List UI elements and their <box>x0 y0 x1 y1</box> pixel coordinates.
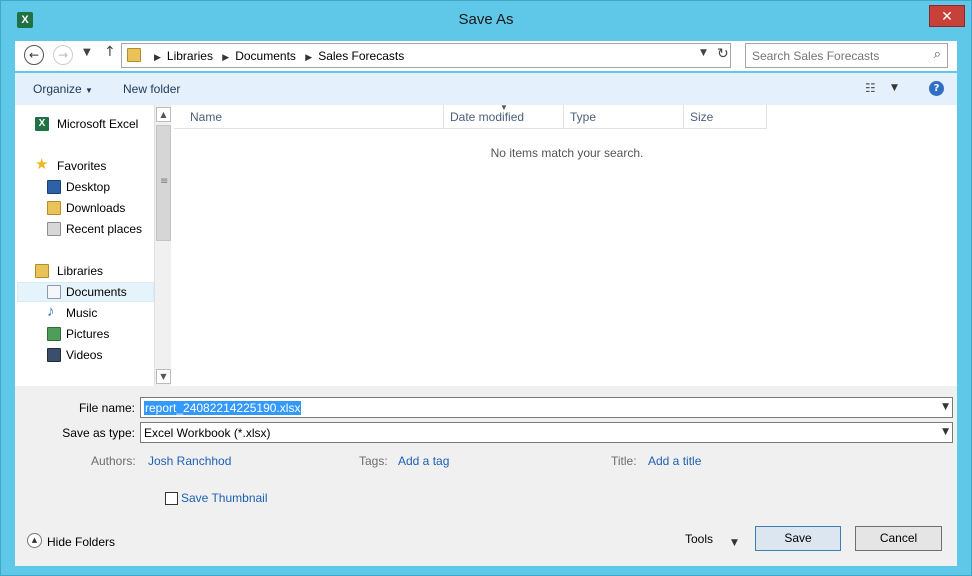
title-field[interactable]: Add a title <box>648 454 701 468</box>
empty-results-message: No items match your search. <box>490 146 644 160</box>
new-folder-button[interactable]: New folder <box>123 82 180 96</box>
chevron-down-icon[interactable]: ▼ <box>731 538 738 548</box>
navigation-pane: X Microsoft Excel ★ Favorites Desktop Do… <box>15 105 172 386</box>
column-header-size[interactable]: Size <box>684 105 767 129</box>
excel-icon: X <box>35 117 49 131</box>
authors-field[interactable]: Josh Ranchhod <box>148 454 231 468</box>
column-header-name[interactable]: Name <box>174 105 444 129</box>
breadcrumb-chevron-icon: ▶ <box>154 52 161 62</box>
sidebar-item-label: Documents <box>66 285 127 299</box>
save-as-type-label: Save as type: <box>62 426 135 440</box>
file-list: Name Date modified ▼ Type Size No items … <box>172 103 957 386</box>
sidebar-item-downloads[interactable]: Downloads <box>17 198 154 218</box>
sidebar-item-label: Downloads <box>66 201 126 215</box>
sidebar-item-desktop[interactable]: Desktop <box>17 177 154 197</box>
recent-locations-chevron-icon[interactable]: ▼ <box>83 47 91 58</box>
sidebar-item-recent-places[interactable]: Recent places <box>17 219 154 239</box>
sidebar-item-libraries[interactable]: Libraries <box>17 261 154 281</box>
save-options-panel: File name: report_24082214225190.xlsx ▼ … <box>15 386 957 566</box>
breadcrumb-documents[interactable]: Documents <box>235 49 296 63</box>
title-label: Title: <box>611 454 637 468</box>
back-arrow-icon[interactable]: ← <box>24 45 44 65</box>
breadcrumb-chevron-icon: ▶ <box>305 52 313 62</box>
forward-arrow-icon[interactable]: → <box>53 45 73 65</box>
downloads-folder-icon <box>47 201 61 215</box>
sidebar-item-label: Libraries <box>57 264 104 278</box>
navigation-bar: ← → ▼ ↑ ▶ Libraries ▶ Documents ▶ Sales For… <box>15 41 957 71</box>
change-view-icon[interactable]: ☷ <box>865 81 876 95</box>
music-icon: ♪ <box>47 303 55 320</box>
breadcrumb-sales-forecasts[interactable]: Sales Forecasts <box>318 49 404 63</box>
chevron-down-icon[interactable]: ▼ <box>942 427 949 437</box>
sidebar-item-label: Desktop <box>66 180 111 194</box>
address-dropdown-icon[interactable]: ▼ <box>700 48 707 58</box>
search-box: ⌕ <box>745 43 948 68</box>
column-header-date-modified[interactable]: Date modified ▼ <box>444 103 564 129</box>
column-header-label: Date modified <box>450 110 525 124</box>
star-icon: ★ <box>35 156 49 173</box>
address-bar[interactable]: ▶ Libraries ▶ Documents ▶ Sales Forecasts ▼… <box>121 43 731 68</box>
sidebar-item-label: Pictures <box>66 327 110 341</box>
title-bar: X Save As ✕ <box>1 1 971 37</box>
navigation-pane-scrollbar[interactable]: ▲ ≡ ▼ <box>154 105 171 386</box>
view-options-chevron-icon[interactable]: ▼ <box>891 83 898 93</box>
folder-icon <box>127 48 141 62</box>
sidebar-item-label: Videos <box>66 348 103 362</box>
desktop-icon <box>47 180 61 194</box>
save-as-type-select[interactable]: Excel Workbook (*.xlsx) ▼ <box>140 422 953 443</box>
search-icon[interactable]: ⌕ <box>934 47 941 62</box>
organize-label: Organize <box>33 82 82 96</box>
save-thumbnail-checkbox[interactable] <box>165 492 178 505</box>
close-button[interactable]: ✕ <box>929 5 965 27</box>
sidebar-item-music[interactable]: ♪ Music <box>17 303 154 323</box>
breadcrumb: ▶ Libraries ▶ Documents ▶ Sales Forecasts <box>148 49 404 63</box>
sidebar-item-favorites[interactable]: ★ Favorites <box>17 156 154 176</box>
file-name-value[interactable]: report_24082214225190.xlsx <box>144 401 302 415</box>
column-header-type[interactable]: Type <box>564 105 684 129</box>
sidebar-item-videos[interactable]: Videos <box>17 345 154 365</box>
videos-icon <box>47 348 61 362</box>
authors-label: Authors: <box>91 454 136 468</box>
dialog-title: Save As <box>458 11 514 28</box>
file-name-field[interactable]: report_24082214225190.xlsx ▼ <box>140 397 953 418</box>
save-button[interactable]: Save <box>755 526 841 551</box>
sidebar-item-label: Recent places <box>66 222 143 236</box>
hide-folders-button[interactable]: Hide Folders <box>47 535 115 549</box>
organize-menu-button[interactable]: Organize ▼ <box>33 82 93 96</box>
breadcrumb-chevron-icon: ▶ <box>222 52 230 62</box>
cancel-button[interactable]: Cancel <box>855 526 942 551</box>
tools-menu-button[interactable]: Tools <box>685 532 713 546</box>
save-thumbnail-label[interactable]: Save Thumbnail <box>181 491 268 505</box>
command-toolbar: Organize ▼ New folder ☷ ▼ ? <box>15 73 957 105</box>
refresh-icon[interactable]: ↻ <box>717 46 729 62</box>
grip-icon: ≡ <box>160 176 169 187</box>
chevron-down-icon: ▼ <box>85 86 93 95</box>
sort-indicator-icon: ▼ <box>500 103 508 112</box>
scroll-down-icon[interactable]: ▼ <box>156 369 171 384</box>
up-arrow-icon[interactable]: ↑ <box>104 44 116 60</box>
search-input[interactable] <box>752 47 922 64</box>
sidebar-item-label: Music <box>66 306 98 320</box>
scrollbar-thumb[interactable]: ≡ <box>156 125 171 241</box>
file-name-label: File name: <box>78 401 135 415</box>
pictures-icon <box>47 327 61 341</box>
tags-label: Tags: <box>359 454 388 468</box>
sidebar-item-pictures[interactable]: Pictures <box>17 324 154 344</box>
hide-folders-chevron-icon[interactable]: ▲ <box>27 533 42 548</box>
save-as-dialog: X Save As ✕ ← → ▼ ↑ ▶ Libraries ▶ Document… <box>0 0 972 576</box>
sidebar-item-label: Microsoft Excel <box>57 117 139 131</box>
chevron-down-icon[interactable]: ▼ <box>942 402 949 412</box>
libraries-icon <box>35 264 49 278</box>
tags-field[interactable]: Add a tag <box>398 454 449 468</box>
recent-places-icon <box>47 222 61 236</box>
sidebar-item-label: Favorites <box>57 159 107 173</box>
sidebar-item-microsoft-excel[interactable]: X Microsoft Excel <box>17 114 154 134</box>
scroll-up-icon[interactable]: ▲ <box>156 107 171 122</box>
breadcrumb-libraries[interactable]: Libraries <box>167 49 213 63</box>
sidebar-item-documents[interactable]: Documents <box>17 282 154 302</box>
documents-icon <box>47 285 61 299</box>
help-icon[interactable]: ? <box>929 81 944 96</box>
save-as-type-value: Excel Workbook (*.xlsx) <box>144 426 271 440</box>
